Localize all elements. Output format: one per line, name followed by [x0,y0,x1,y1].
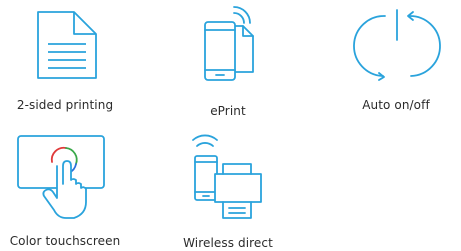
feature-tile-wireless-direct: Wireless direct [163,128,293,250]
feature-tile-2-sided-printing: 2-sided printing [0,0,130,120]
feature-label: Auto on/off [362,98,430,112]
feature-label: Wireless direct [183,236,273,250]
feature-tile-auto-on-off: Auto on/off [331,0,461,120]
feature-label: 2-sided printing [16,98,114,112]
feature-tile-color-touchscreen: Color touchscreen [0,128,130,248]
wireless-direct-icon [163,128,293,219]
power-cycle-icon [331,0,461,90]
feature-label: ePrint [210,104,246,118]
color-touchscreen-icon [0,128,130,219]
feature-tile-eprint: ePrint [163,0,293,120]
duplex-document-icon [0,0,130,90]
feature-label: Color touchscreen [9,234,121,248]
eprint-mobile-icon [163,0,293,90]
